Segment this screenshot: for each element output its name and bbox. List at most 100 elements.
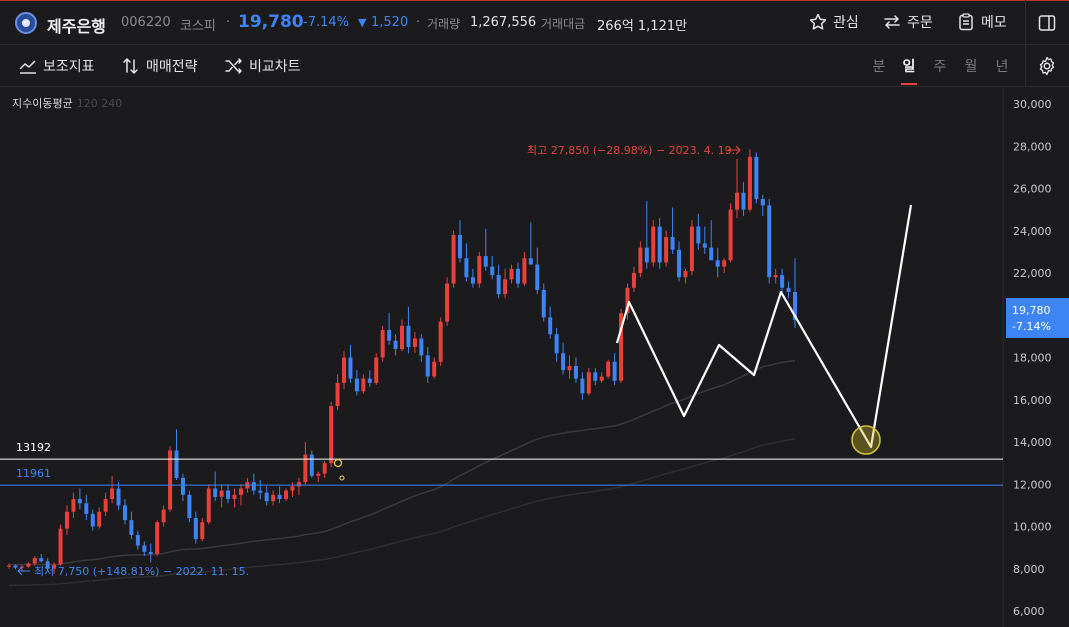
order-button[interactable]: 주문 [882, 12, 933, 32]
candle-body[interactable] [226, 490, 231, 500]
candle-body[interactable] [290, 486, 295, 491]
candle-body[interactable] [271, 494, 276, 502]
candle-body[interactable] [103, 499, 108, 512]
candle-body[interactable] [116, 488, 121, 506]
candle-body[interactable] [767, 205, 772, 278]
candle-body[interactable] [722, 260, 727, 267]
indicator-legend[interactable]: 지수이동평균 120 240 [12, 95, 122, 111]
candle-body[interactable] [599, 376, 604, 381]
candle-body[interactable] [187, 494, 192, 519]
candle-body[interactable] [683, 270, 688, 278]
candle-body[interactable] [554, 334, 559, 354]
candle-body[interactable] [380, 330, 385, 358]
candle-body[interactable] [522, 258, 527, 284]
candle-body[interactable] [573, 365, 578, 379]
candle-body[interactable] [316, 473, 321, 476]
candle-body[interactable] [97, 511, 102, 527]
candle-body[interactable] [470, 277, 475, 284]
candle-body[interactable] [193, 518, 198, 540]
candle-body[interactable] [747, 156, 752, 210]
candle-body[interactable] [780, 275, 785, 288]
period-week[interactable]: 주 [932, 56, 948, 76]
period-minute[interactable]: 분 [871, 56, 887, 76]
candle-body[interactable] [689, 226, 694, 271]
candle-body[interactable] [180, 477, 185, 495]
candle-body[interactable] [741, 192, 746, 210]
candle-body[interactable] [400, 325, 404, 350]
highlight-circle[interactable] [851, 425, 881, 455]
candle-body[interactable] [354, 378, 359, 392]
candle-body[interactable] [122, 505, 127, 521]
compare-button[interactable]: 비교차트 [224, 56, 301, 76]
candle-body[interactable] [13, 565, 18, 568]
candle-body[interactable] [155, 522, 160, 554]
candle-body[interactable] [200, 522, 205, 540]
candle-body[interactable] [367, 378, 372, 383]
candle-body[interactable] [735, 192, 740, 210]
candle-body[interactable] [548, 317, 553, 335]
candle-body[interactable] [393, 340, 398, 350]
candle-body[interactable] [773, 275, 778, 278]
candle-body[interactable] [657, 226, 662, 263]
candle-body[interactable] [58, 528, 63, 565]
candle-body[interactable] [541, 289, 546, 318]
candle-body[interactable] [39, 558, 44, 562]
memo-button[interactable]: 메모 [956, 12, 1007, 32]
candle-body[interactable] [342, 357, 347, 383]
candle-body[interactable] [457, 234, 462, 259]
candle-body[interactable] [535, 264, 540, 290]
candle-body[interactable] [7, 565, 11, 567]
candle-body[interactable] [77, 499, 82, 504]
candle-body[interactable] [696, 226, 701, 244]
candle-body[interactable] [284, 490, 289, 500]
strategy-button[interactable]: 매매전략 [121, 56, 198, 76]
candle-body[interactable] [445, 283, 450, 322]
candle-body[interactable] [64, 511, 69, 529]
candle-body[interactable] [329, 406, 334, 464]
period-year[interactable]: 년 [994, 56, 1010, 76]
candle-body[interactable] [754, 156, 759, 200]
candle-body[interactable] [509, 268, 514, 280]
candle-body[interactable] [561, 353, 566, 371]
period-day[interactable]: 일 [901, 56, 917, 85]
candle-body[interactable] [251, 482, 256, 491]
price-chart[interactable]: 30,00028,00026,00024,00022,00020,00018,0… [0, 87, 1069, 627]
candle-body[interactable] [258, 490, 263, 493]
candle-body[interactable] [32, 558, 37, 564]
candle-body[interactable] [129, 520, 134, 535]
candle-body[interactable] [612, 361, 617, 381]
candle-body[interactable] [148, 551, 153, 554]
candle-body[interactable] [490, 266, 495, 276]
candle-body[interactable] [277, 494, 282, 500]
candle-body[interactable] [406, 325, 411, 347]
candle-body[interactable] [412, 338, 417, 347]
candle-body[interactable] [309, 454, 314, 476]
candle-body[interactable] [728, 209, 733, 261]
candle-body[interactable] [71, 499, 76, 512]
candle-body[interactable] [432, 361, 437, 377]
candle-body[interactable] [26, 563, 31, 567]
candle-body[interactable] [593, 372, 598, 381]
candle-body[interactable] [644, 247, 649, 263]
candle-body[interactable] [477, 256, 482, 284]
candle-body[interactable] [464, 258, 469, 278]
candle-body[interactable] [586, 372, 591, 394]
candle-body[interactable] [503, 279, 508, 295]
candle-body[interactable] [348, 357, 353, 379]
candle-body[interactable] [110, 488, 115, 500]
candle-body[interactable] [528, 258, 533, 265]
candle-body[interactable] [664, 237, 669, 263]
candle-body[interactable] [419, 338, 424, 356]
candle-body[interactable] [135, 534, 140, 546]
candle-body[interactable] [425, 355, 430, 377]
candle-body[interactable] [606, 361, 611, 377]
candle-body[interactable] [161, 509, 166, 523]
watchlist-button[interactable]: 관심 [808, 12, 859, 32]
candle-body[interactable] [677, 249, 682, 278]
candle-body[interactable] [361, 378, 366, 392]
candle-body[interactable] [760, 199, 765, 206]
candle-body[interactable] [580, 378, 585, 394]
candle-body[interactable] [709, 247, 714, 261]
candle-body[interactable] [322, 463, 327, 474]
candle-body[interactable] [670, 237, 675, 250]
